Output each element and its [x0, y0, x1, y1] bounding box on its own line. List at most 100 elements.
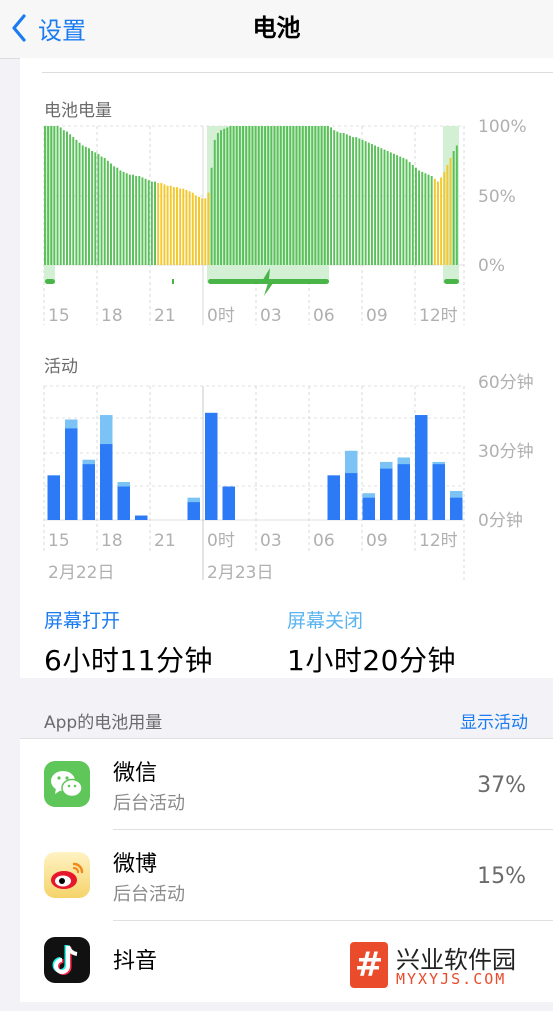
- battery-bar: [242, 126, 245, 265]
- site-watermark: # 兴业软件园 MYXYJS.COM: [350, 942, 550, 992]
- battery-bar: [320, 126, 323, 265]
- app-row-wechat[interactable]: 微信 后台活动 37%: [20, 739, 553, 830]
- battery-bar: [157, 182, 160, 265]
- x-tick-label: 0时: [207, 531, 235, 551]
- battery-bar: [110, 163, 112, 265]
- battery-bar: [182, 188, 185, 265]
- battery-bar: [443, 171, 446, 265]
- battery-bar: [147, 180, 150, 265]
- battery-bar: [367, 142, 370, 265]
- y-tick-label: 0%: [478, 256, 505, 276]
- screen-on-label: 屏幕打开: [44, 610, 121, 632]
- battery-bar: [97, 153, 100, 265]
- activity-bar-on: [362, 497, 375, 520]
- battery-bar: [361, 139, 364, 265]
- battery-bar: [141, 177, 144, 265]
- charging-indicator: [444, 279, 459, 284]
- activity-bars: [47, 412, 463, 520]
- battery-bar: [135, 176, 138, 265]
- battery-bar: [427, 174, 430, 265]
- battery-bar: [226, 127, 229, 265]
- battery-bar: [449, 157, 452, 265]
- battery-bar: [191, 192, 194, 265]
- battery-bar: [154, 181, 156, 265]
- activity-ticks: 60分钟 30分钟 0分钟 15 18 21 0时 03 06 09 12时 2月22日 2月23日: [48, 373, 534, 583]
- battery-bar: [301, 126, 304, 265]
- battery-bar: [276, 126, 279, 265]
- battery-bar: [119, 170, 122, 265]
- battery-bar: [304, 126, 307, 265]
- battery-bar: [298, 126, 301, 265]
- activity-bar-on: [327, 475, 340, 520]
- battery-bar: [94, 152, 97, 265]
- battery-bar: [122, 171, 125, 265]
- x-tick-label: 18: [101, 531, 123, 551]
- battery-bar: [235, 126, 238, 265]
- battery-bar: [308, 126, 311, 265]
- battery-bar: [223, 128, 226, 265]
- activity-bar-on: [47, 475, 60, 520]
- battery-bar: [66, 131, 68, 265]
- y-tick-label: 60分钟: [478, 373, 534, 393]
- x-tick-label: 03: [260, 306, 282, 326]
- battery-bar: [433, 178, 436, 265]
- battery-bar: [405, 159, 408, 265]
- battery-bar: [91, 151, 94, 265]
- battery-bar: [260, 126, 263, 265]
- battery-bar: [264, 126, 267, 265]
- battery-bar: [418, 170, 421, 265]
- x-tick-label: 03: [260, 531, 282, 551]
- battery-bar: [355, 137, 358, 265]
- battery-bar: [201, 198, 204, 265]
- y-tick-label: 30分钟: [478, 442, 534, 462]
- show-activity-link[interactable]: 显示活动: [460, 708, 528, 733]
- battery-bar: [245, 126, 248, 265]
- app-row-weibo[interactable]: 微博 后台活动 15%: [20, 830, 553, 921]
- x-tick-label: 15: [48, 306, 70, 326]
- screen-off-label: 屏幕关闭: [287, 610, 364, 632]
- activity-chart-label: 活动: [44, 357, 78, 377]
- battery-bar: [150, 181, 153, 265]
- x-tick-label: 09: [366, 531, 388, 551]
- battery-bar: [50, 126, 53, 265]
- battery-bar: [342, 132, 345, 265]
- battery-bar: [113, 166, 116, 265]
- battery-bar: [100, 156, 103, 265]
- battery-bar: [414, 167, 417, 265]
- date-label: 2月22日: [48, 563, 114, 583]
- battery-bar: [72, 137, 75, 265]
- app-name: 微信: [113, 761, 158, 786]
- battery-bar: [116, 167, 119, 265]
- x-tick-label: 09: [366, 306, 388, 326]
- charts-area: 100% 50% 0% 15 18 21 0时 03 06 09 12时 60分钟 30分钟 0分钟 15…: [43, 117, 534, 583]
- x-tick-label: 06: [313, 531, 335, 551]
- battery-bar: [166, 185, 169, 265]
- battery-bar: [69, 134, 72, 265]
- x-tick-label: 21: [154, 531, 176, 551]
- battery-bar: [53, 126, 56, 265]
- activity-bar-on: [415, 415, 428, 520]
- battery-bar: [348, 135, 351, 265]
- battery-bar: [440, 177, 443, 265]
- app-name: 抖音: [113, 949, 158, 974]
- activity-bar-on: [100, 444, 113, 520]
- battery-bar: [163, 184, 166, 265]
- battery-bar: [402, 157, 405, 265]
- battery-bar: [380, 148, 383, 265]
- y-tick-label: 100%: [478, 117, 527, 137]
- battery-bar: [257, 126, 260, 265]
- battery-bar: [430, 176, 433, 265]
- battery-bar: [179, 188, 182, 265]
- battery-chart-label: 电池电量: [44, 101, 112, 121]
- battery-bar: [88, 148, 90, 265]
- battery-bar: [213, 139, 216, 265]
- battery-bar: [78, 142, 81, 265]
- activity-bar-on: [432, 464, 445, 520]
- battery-bar: [176, 187, 178, 265]
- battery-bar: [267, 126, 270, 265]
- battery-bar: [282, 126, 285, 265]
- battery-bar: [317, 126, 320, 265]
- watermark-logo: #: [350, 942, 388, 988]
- douyin-icon: [44, 937, 90, 983]
- battery-bar: [248, 126, 251, 265]
